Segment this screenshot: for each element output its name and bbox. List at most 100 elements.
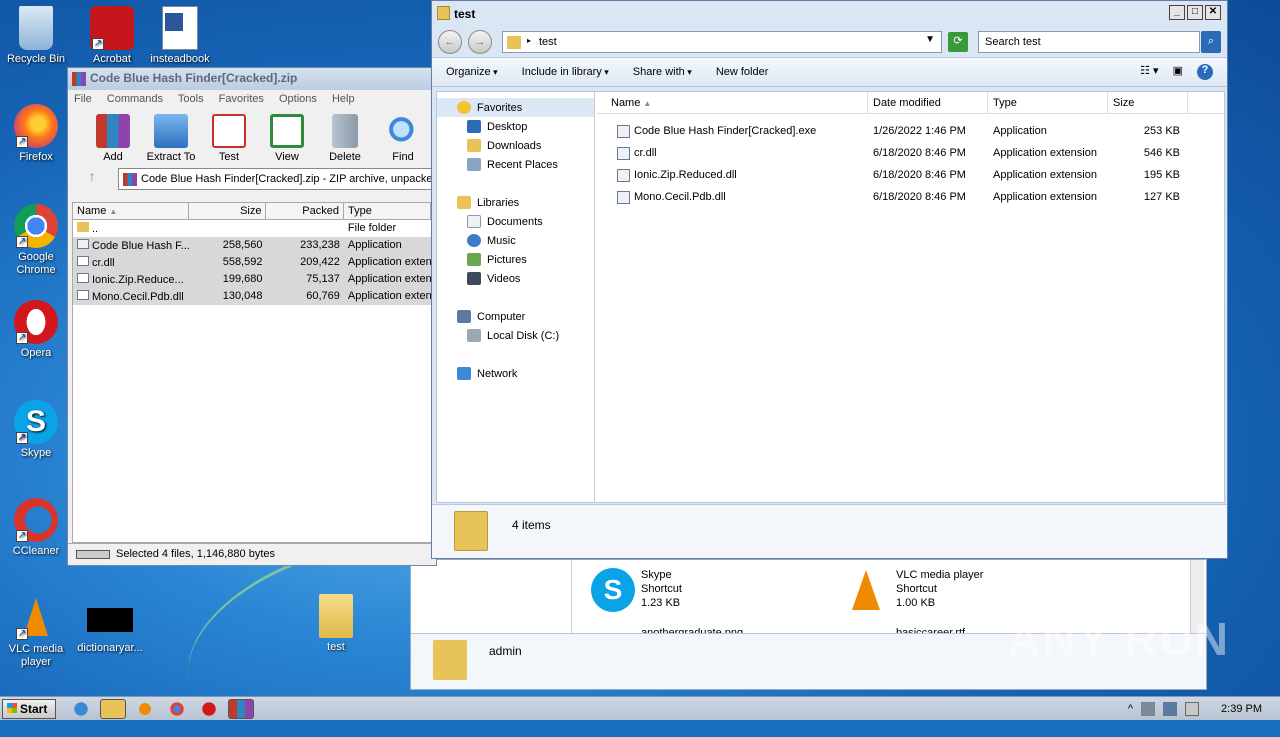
table-row[interactable]: Ionic.Zip.Reduce... 199,680 75,137 Appli…	[73, 271, 431, 288]
desktop-icon-ccleaner[interactable]: ↗ CCleaner	[0, 498, 72, 558]
search-input[interactable]: Search test ⌕	[978, 31, 1221, 53]
clock[interactable]: 2:39 PM	[1221, 703, 1262, 715]
archive-path-field[interactable]: Code Blue Hash Finder[Cracked].zip - ZIP…	[118, 168, 436, 190]
column-packed[interactable]: Packed	[266, 203, 344, 219]
preview-pane-icon[interactable]: ▣	[1173, 64, 1183, 80]
nav-local-disk[interactable]: Local Disk (C:)	[437, 326, 594, 345]
desktop-icon-opera[interactable]: ↗ Opera	[0, 300, 72, 360]
action-center-flag-icon[interactable]	[1185, 701, 1200, 716]
view-button[interactable]: View	[258, 114, 316, 166]
desktop-icon-recycle-bin[interactable]: Recycle Bin	[0, 6, 72, 66]
menu-file[interactable]: File	[74, 93, 92, 105]
taskbar-media-player-icon[interactable]	[132, 698, 158, 719]
taskbar-ie-icon[interactable]	[68, 698, 94, 719]
table-row[interactable]: cr.dll 558,592 209,422 Application exten…	[73, 254, 431, 271]
desktop-icon-vlc[interactable]: ↗ VLC media player	[0, 596, 72, 669]
address-bar[interactable]: ▸ test ▼	[502, 31, 942, 53]
nav-recent-places[interactable]: Recent Places	[437, 155, 594, 174]
cell-size: 195 KB	[1143, 169, 1180, 181]
tray-expand-icon[interactable]: ^	[1128, 703, 1133, 715]
nav-desktop[interactable]: Desktop	[437, 117, 594, 136]
include-in-library-button[interactable]: Include in library	[522, 66, 609, 78]
menu-options[interactable]: Options	[279, 93, 317, 105]
nav-videos[interactable]: Videos	[437, 269, 594, 288]
taskbar-explorer-icon[interactable]	[100, 698, 126, 719]
desktop-icon-google-chrome[interactable]: ↗ Google Chrome	[0, 204, 72, 277]
table-row[interactable]: .. File folder	[73, 220, 431, 237]
taskbar-chrome-icon[interactable]	[164, 698, 190, 719]
nav-libraries[interactable]: Libraries	[437, 193, 594, 212]
delete-button[interactable]: Delete	[316, 114, 374, 166]
add-button[interactable]: Add	[84, 114, 142, 166]
cell-size: 546 KB	[1143, 147, 1180, 159]
column-name[interactable]: Name ▲	[73, 203, 189, 219]
explorer-title-bar[interactable]: test _ □ ✕	[432, 1, 1227, 27]
nav-network[interactable]: Network	[437, 364, 594, 383]
cell-name: ..	[92, 223, 99, 235]
list-item[interactable]: VLC media player Shortcut 1.00 KB	[846, 568, 983, 610]
back-button[interactable]: ←	[438, 30, 462, 54]
table-row[interactable]: Code Blue Hash F... 258,560 233,238 Appl…	[73, 237, 431, 254]
forward-button[interactable]: →	[468, 30, 492, 54]
taskbar-opera-icon[interactable]	[196, 698, 222, 719]
taskbar-winrar-icon[interactable]	[228, 698, 254, 719]
desktop-icon-test-folder[interactable]: test	[300, 594, 372, 654]
file-list[interactable]: Name ▲ Date modified Type Size Code Blue…	[597, 92, 1224, 502]
nav-documents[interactable]: Documents	[437, 212, 594, 231]
explorer-window[interactable]: test _ □ ✕ ← → ▸ test ▼ ⟳ Search test ⌕ …	[431, 0, 1228, 559]
test-button[interactable]: Test	[200, 114, 258, 166]
minimize-button[interactable]: _	[1169, 5, 1185, 20]
new-folder-button[interactable]: New folder	[716, 66, 769, 78]
desktop-icon-skype[interactable]: S ↗ Skype	[0, 400, 72, 460]
menu-tools[interactable]: Tools	[178, 93, 204, 105]
file-name: Skype	[641, 569, 672, 581]
list-item[interactable]: S Skype Shortcut 1.23 KB	[591, 568, 682, 612]
column-type[interactable]: Type	[344, 203, 432, 219]
winrar-window[interactable]: Code Blue Hash Finder[Cracked].zip File …	[67, 67, 437, 566]
start-button[interactable]: Start	[2, 698, 56, 719]
pane-divider	[571, 560, 572, 633]
help-icon[interactable]: ?	[1197, 64, 1213, 80]
nav-music[interactable]: Music	[437, 231, 594, 250]
archive-file-list[interactable]: Name ▲ Size Packed Type .. File folder C…	[72, 202, 432, 543]
nav-pictures[interactable]: Pictures	[437, 250, 594, 269]
desktop-icon-dictionary[interactable]: dictionaryar...	[74, 608, 146, 655]
organize-button[interactable]: Organize	[446, 66, 498, 78]
menu-favorites[interactable]: Favorites	[219, 93, 264, 105]
menu-commands[interactable]: Commands	[107, 93, 163, 105]
find-button[interactable]: Find	[374, 114, 432, 166]
desktop-icon-insteadbook[interactable]: insteadbook	[144, 6, 216, 66]
up-arrow-icon[interactable]: ↑	[74, 168, 110, 190]
table-row[interactable]: Mono.Cecil.Pdb.dll 6/18/2020 8:46 PM App…	[597, 186, 1224, 208]
winrar-title-bar[interactable]: Code Blue Hash Finder[Cracked].zip	[68, 68, 436, 90]
desktop-icon-acrobat[interactable]: ↗ Acrobat	[76, 6, 148, 66]
breadcrumb: test	[539, 36, 557, 48]
column-size[interactable]: Size	[1108, 92, 1188, 113]
view-options-icon[interactable]: ☷ ▾	[1140, 64, 1158, 80]
cell-packed	[266, 220, 343, 237]
column-type[interactable]: Type	[988, 92, 1108, 113]
search-icon[interactable]: ⌕	[1201, 31, 1221, 53]
navigation-pane[interactable]: Favorites Desktop Downloads Recent Place…	[437, 92, 595, 502]
refresh-button[interactable]: ⟳	[948, 32, 968, 52]
column-size[interactable]: Size	[189, 203, 267, 219]
network-icon[interactable]	[1163, 701, 1178, 716]
test-checklist-icon	[212, 114, 246, 148]
table-row[interactable]: cr.dll 6/18/2020 8:46 PM Application ext…	[597, 142, 1224, 164]
share-with-button[interactable]: Share with	[633, 66, 692, 78]
table-row[interactable]: Ionic.Zip.Reduced.dll 6/18/2020 8:46 PM …	[597, 164, 1224, 186]
table-row[interactable]: Mono.Cecil.Pdb.dll 130,048 60,769 Applic…	[73, 288, 431, 305]
table-row[interactable]: Code Blue Hash Finder[Cracked].exe 1/26/…	[597, 120, 1224, 142]
nav-downloads[interactable]: Downloads	[437, 136, 594, 155]
chevron-down-icon[interactable]: ▼	[925, 34, 935, 45]
column-date-modified[interactable]: Date modified	[868, 92, 988, 113]
column-name[interactable]: Name ▲	[597, 92, 868, 113]
desktop-icon-firefox[interactable]: ↗ Firefox	[0, 104, 72, 164]
menu-help[interactable]: Help	[332, 93, 355, 105]
extract-to-button[interactable]: Extract To	[142, 114, 200, 166]
speaker-icon[interactable]	[1141, 701, 1156, 716]
nav-favorites[interactable]: Favorites	[437, 98, 594, 117]
close-button[interactable]: ✕	[1205, 5, 1221, 20]
maximize-button[interactable]: □	[1187, 5, 1203, 20]
nav-computer[interactable]: Computer	[437, 307, 594, 326]
